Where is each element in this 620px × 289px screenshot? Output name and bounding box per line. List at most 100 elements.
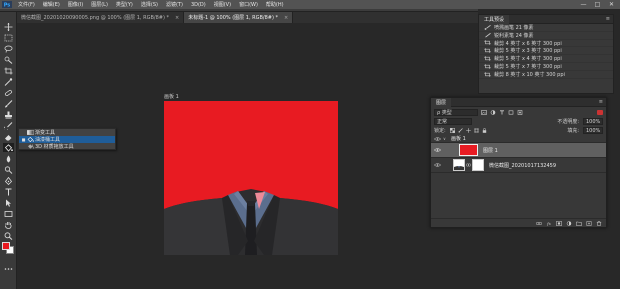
flyout-item-paint-bucket[interactable]: ■ 油漆桶工具 [19,136,115,143]
hand-icon[interactable] [3,220,14,229]
new-group-icon[interactable] [576,221,582,226]
layer-row[interactable]: 微信截图_20201017132459 [431,158,606,173]
panel-menu-icon[interactable]: ≡ [599,99,606,105]
fill-input[interactable]: 100% [583,127,603,134]
menu-file[interactable]: 文件(F) [14,1,39,8]
move-icon[interactable] [3,22,14,31]
lasso-icon[interactable] [3,44,14,53]
crop-icon [483,40,492,46]
maximize-button[interactable]: □ [593,1,602,8]
lock-all-icon[interactable] [482,128,487,133]
lock-artboard-icon[interactable] [473,128,479,133]
flyout-item-3d-material-drop[interactable]: 3D 材质拖放工具 [19,143,115,150]
blend-mode-select[interactable]: 正常 [434,118,472,125]
menu-filter[interactable]: 滤镜(T) [162,1,187,8]
filter-adjustment-icon[interactable] [490,109,496,115]
menu-help[interactable]: 帮助(H) [262,1,288,8]
close-window-button[interactable]: ✕ [607,1,616,8]
visibility-eye-icon[interactable] [431,163,443,167]
blur-icon[interactable] [3,154,14,163]
minimize-button[interactable]: — [579,1,588,8]
menu-type[interactable]: 类型(Y) [112,1,137,8]
crop-icon[interactable] [3,66,14,75]
kind-filter-select[interactable]: ρ 类型 [434,108,478,116]
document-tab-screenshot[interactable]: 微信截图_20201020090005.png @ 100% (图层 1, RG… [17,12,185,23]
history-brush-icon[interactable] [3,121,14,130]
healing-brush-icon[interactable] [3,88,14,97]
fx-icon[interactable]: fx [546,221,552,226]
adjustment-layer-icon[interactable] [566,220,572,226]
paint-bucket-icon[interactable] [3,143,14,152]
document-tab-label: 未标题-1 @ 100% (图层 1, RGB/8#) * [188,15,279,21]
flyout-item-gradient[interactable]: 渐变工具 [19,129,115,136]
visibility-eye-icon[interactable] [431,136,443,141]
add-mask-icon[interactable] [556,220,562,226]
lock-image-pixels-icon[interactable] [458,128,463,133]
lock-position-icon[interactable] [465,128,471,133]
collapse-caret-icon[interactable]: ∨ [443,136,449,141]
quick-select-icon[interactable] [3,55,14,64]
filter-shape-icon[interactable] [508,110,514,115]
preset-item[interactable]: 裁剪 4 英寸 x 6 英寸 300 ppi [479,40,613,48]
new-layer-icon[interactable] [586,220,592,226]
zoom-icon[interactable] [3,231,14,240]
filter-pixel-icon[interactable] [481,109,487,115]
crop-icon [483,64,492,69]
3d-material-drop-icon [26,144,35,149]
layer-thumbnail [453,159,465,171]
eraser-icon[interactable] [3,132,14,141]
layer-row-artboard[interactable]: ∨ 画板 1 [431,135,606,143]
tab-tool-presets[interactable]: 工具预设 [479,14,510,24]
visibility-eye-icon[interactable] [431,148,443,152]
type-icon[interactable] [3,187,14,196]
close-icon[interactable]: × [175,15,179,21]
pen-icon[interactable] [3,176,14,185]
preset-item[interactable]: 裁剪 5 英寸 x 4 英寸 300 ppi [479,55,613,63]
blend-row: 正常 不透明度: 100% [431,117,606,126]
delete-layer-icon[interactable] [596,220,602,226]
opacity-input[interactable]: 100% [583,118,603,125]
opacity-label: 不透明度: [557,119,579,125]
document-tab-untitled[interactable]: 未标题-1 @ 100% (图层 1, RGB/8#) * × [184,12,294,23]
path-select-icon[interactable] [3,198,14,207]
lock-transparent-pixels-icon[interactable] [449,128,455,133]
menu-edit[interactable]: 编辑(E) [39,1,64,8]
artboard-canvas[interactable] [164,101,338,255]
link-layers-icon[interactable] [536,221,542,226]
dodge-icon[interactable] [3,165,14,174]
tools-panel [0,12,17,289]
suit-image [164,101,338,255]
filter-type-icon[interactable] [499,109,505,115]
more-tools-icon[interactable] [3,264,14,273]
menu-window[interactable]: 窗口(W) [235,1,262,8]
menu-view[interactable]: 视图(V) [210,1,235,8]
filter-toggle-switch[interactable] [597,109,603,115]
tab-layers[interactable]: 图层 [431,97,452,107]
artboard-label[interactable]: 画板 1 [164,93,179,100]
menu-image[interactable]: 图像(I) [64,1,87,8]
menu-layer[interactable]: 图层(L) [87,1,112,8]
preset-item[interactable]: 裁剪 5 英寸 x 7 英寸 300 ppi [479,63,613,71]
photoshop-logo-icon[interactable]: Ps [0,0,14,9]
clone-stamp-icon[interactable] [3,110,14,119]
filter-smart-object-icon[interactable] [517,109,523,115]
preset-item[interactable]: 裁剪 8 英寸 x 10 英寸 300 ppi [479,71,613,79]
marquee-icon[interactable] [3,33,14,42]
preset-item[interactable]: 喷溅画笔 21 像素 [479,24,613,32]
menu-select[interactable]: 选择(S) [137,1,162,8]
eyedropper-icon[interactable] [3,77,14,86]
rectangle-icon[interactable] [3,209,14,218]
preset-item[interactable]: 锐利素笔 24 像素 [479,32,613,40]
layer-name: 画板 1 [451,136,466,142]
layer-row-selected[interactable]: 图层 1 [431,143,606,158]
panel-tab-row: 工具预设 ≡ [479,14,613,24]
layer-mask-thumbnail[interactable] [472,159,484,171]
brush-icon[interactable] [3,99,14,108]
panel-menu-icon[interactable]: ≡ [606,16,613,22]
menu-3d[interactable]: 3D(D) [187,2,210,8]
preset-item-label: 裁剪 5 英寸 x 4 英寸 300 ppi [494,56,562,63]
preset-item-label: 锐利素笔 24 像素 [494,32,534,39]
foreground-color-swatch[interactable] [2,242,10,250]
close-icon[interactable]: × [284,15,288,21]
preset-item[interactable]: 裁剪 5 英寸 x 3 英寸 300 ppi [479,47,613,56]
